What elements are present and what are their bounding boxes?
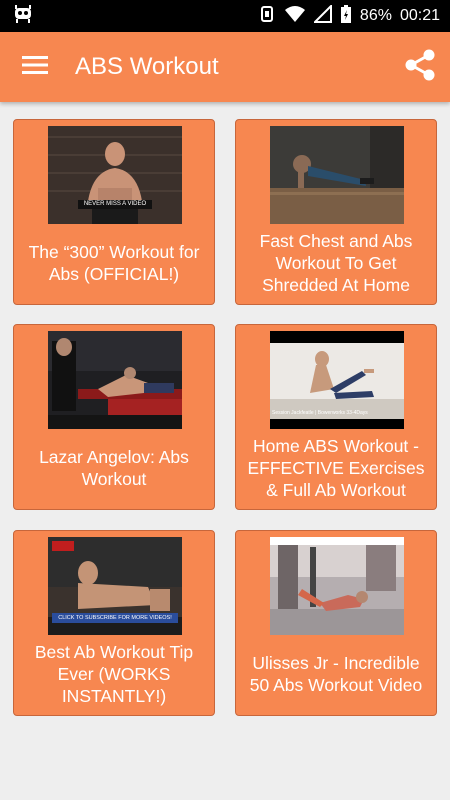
video-title: The “300” Workout for Abs (OFFICIAL!) xyxy=(28,242,200,284)
video-thumbnail xyxy=(270,537,404,635)
video-card[interactable]: Fast Chest and Abs Workout To Get Shredd… xyxy=(235,119,437,305)
video-thumbnail: CLICK TO SUBSCRIBE FOR MORE VIDEOS! xyxy=(48,537,182,635)
clock: 00:21 xyxy=(399,7,440,24)
status-bar: 86% 00:21 xyxy=(0,0,450,32)
video-thumbnail: NEVER MISS A VIDEO xyxy=(48,126,182,224)
video-title: Home ABS Workout - EFFECTIVE Exercises &… xyxy=(247,436,425,500)
thumbnail-caption: NEVER MISS A VIDEO xyxy=(78,200,152,209)
share-button[interactable] xyxy=(402,49,438,85)
menu-button[interactable] xyxy=(0,32,70,102)
video-title: Best Ab Workout Tip Ever (WORKS INSTANTL… xyxy=(34,642,194,706)
video-card[interactable]: Lazar Angelov: Abs Workout xyxy=(13,324,215,510)
video-title: Ulisses Jr - Incredible 50 Abs Workout V… xyxy=(249,653,423,695)
video-thumbnail xyxy=(270,126,404,224)
video-card[interactable]: NEVER MISS A VIDEO The “300” Workout for… xyxy=(13,119,215,305)
vibrate-icon xyxy=(258,5,276,28)
share-icon xyxy=(403,48,437,87)
app-bar: ABS Workout xyxy=(0,32,450,102)
video-card[interactable]: CLICK TO SUBSCRIBE FOR MORE VIDEOS! Best… xyxy=(13,530,215,716)
video-thumbnail: Session Jackfeatle | Bowerworks 33-4Days xyxy=(270,331,404,429)
video-card[interactable]: Session Jackfeatle | Bowerworks 33-4Days… xyxy=(235,324,437,510)
hamburger-menu-icon xyxy=(22,55,48,80)
android-debug-icon xyxy=(12,4,34,29)
video-title: Fast Chest and Abs Workout To Get Shredd… xyxy=(259,231,413,295)
thumbnail-caption: Session Jackfeatle | Bowerworks 33-4Days xyxy=(272,410,368,416)
video-title: Lazar Angelov: Abs Workout xyxy=(39,447,189,489)
battery-percent: 86% xyxy=(359,7,392,24)
video-card[interactable]: Ulisses Jr - Incredible 50 Abs Workout V… xyxy=(235,530,437,716)
wifi-icon xyxy=(284,5,306,28)
signal-icon xyxy=(312,3,332,28)
video-thumbnail xyxy=(48,331,182,429)
app-title: ABS Workout xyxy=(75,53,219,80)
thumbnail-caption: CLICK TO SUBSCRIBE FOR MORE VIDEOS! xyxy=(52,613,178,623)
battery-icon xyxy=(340,4,352,29)
